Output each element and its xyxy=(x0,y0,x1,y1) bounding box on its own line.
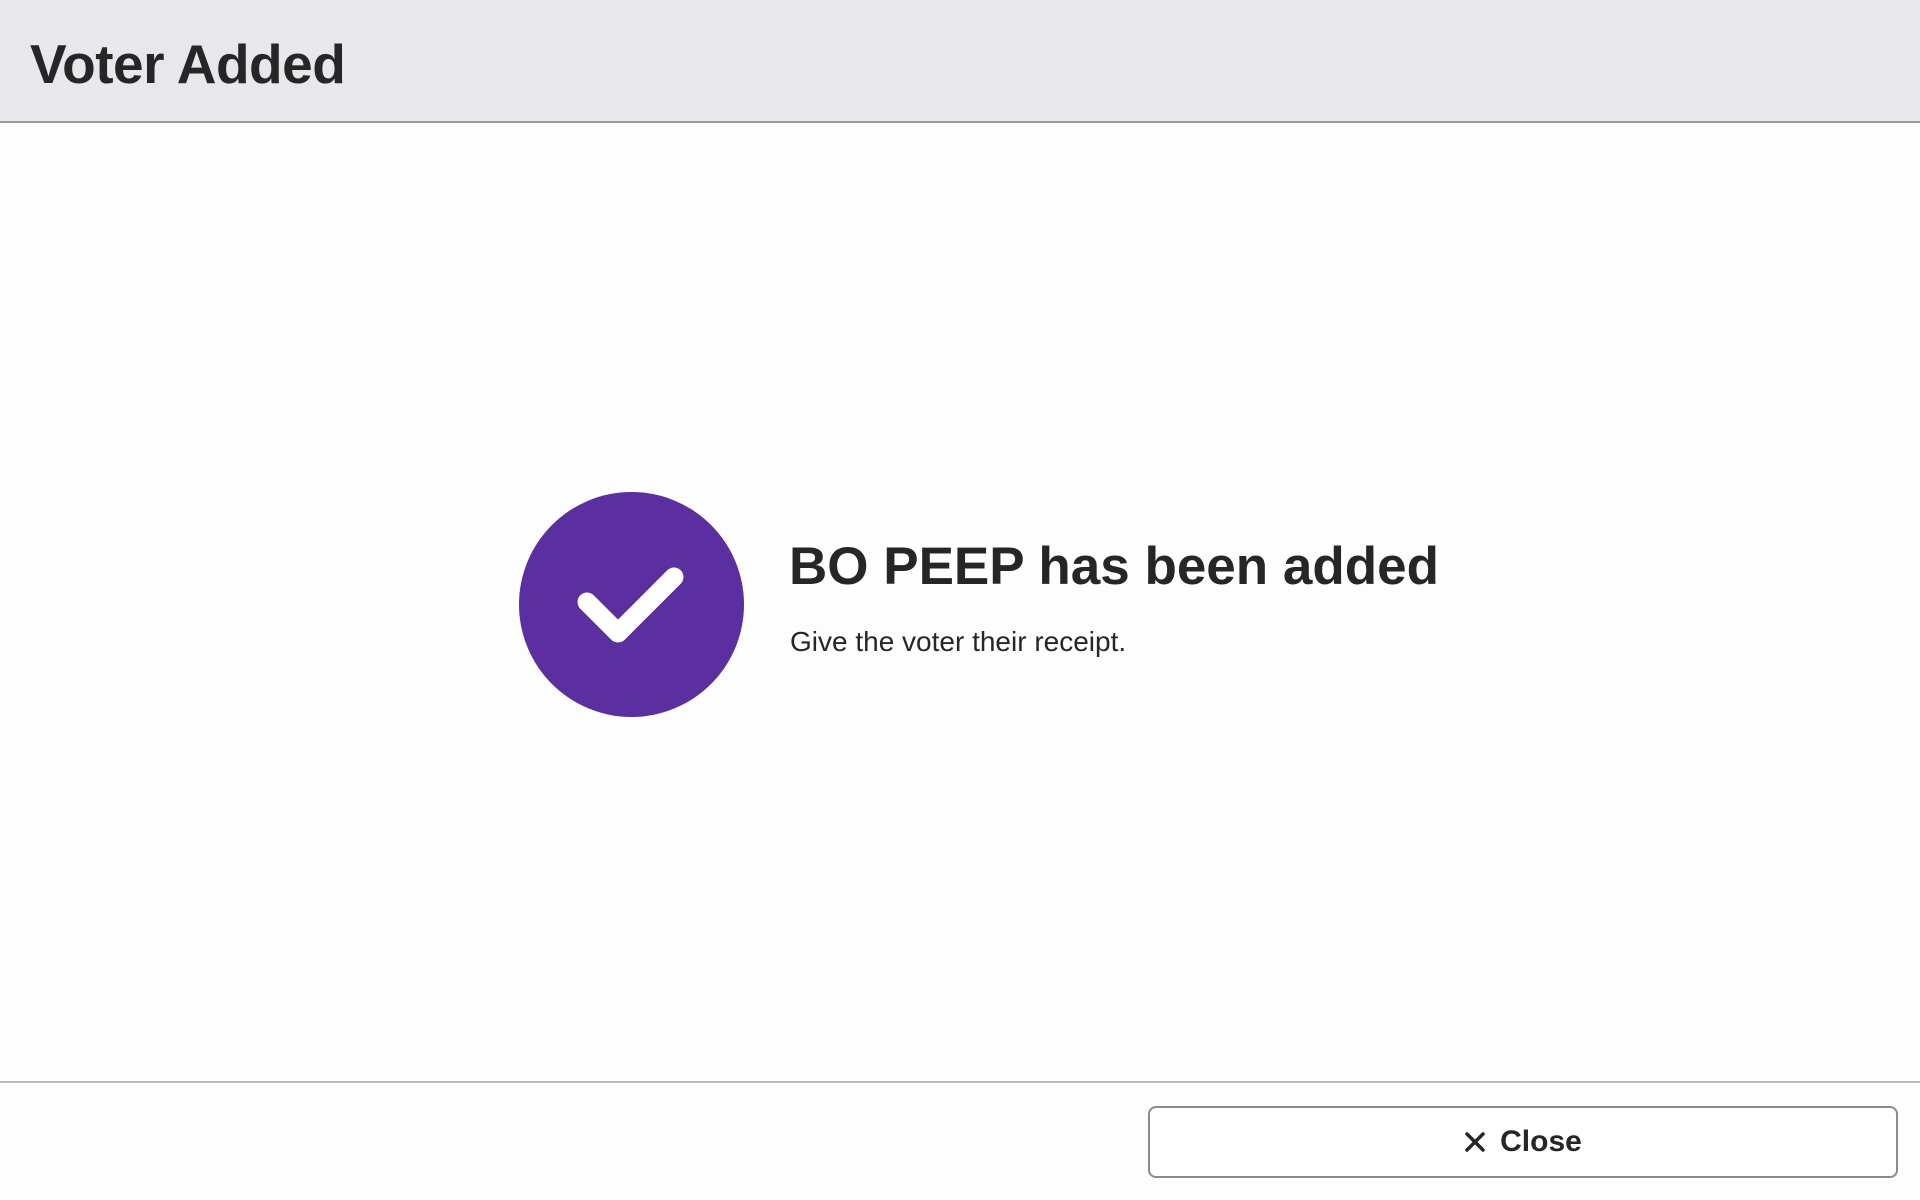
close-button[interactable]: Close xyxy=(1148,1106,1898,1178)
checkmark-icon xyxy=(577,567,684,643)
page-header: Voter Added xyxy=(0,0,1920,123)
confirmation-heading: BO PEEP has been added xyxy=(789,537,1439,596)
close-icon xyxy=(1465,1132,1485,1152)
page-title: Voter Added xyxy=(30,33,346,95)
footer-bar: Close xyxy=(0,1081,1920,1200)
check-circle-icon xyxy=(519,492,744,717)
close-button-label: Close xyxy=(1500,1125,1582,1158)
confirmation-instructions: Give the voter their receipt. xyxy=(790,626,1127,657)
main-content: BO PEEP has been added Give the voter th… xyxy=(0,123,1920,1081)
